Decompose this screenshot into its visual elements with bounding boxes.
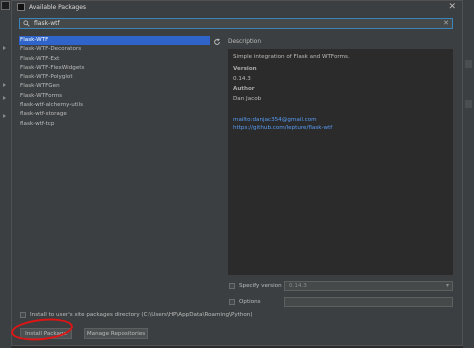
list-item[interactable]: Flask-WTF-FlexWidgets [19,64,210,73]
expand-arrow-icon [3,114,6,118]
author-heading: Author [233,86,255,92]
homepage-link[interactable]: https://github.com/lepture/flask-wtf [233,125,332,131]
list-item[interactable]: flask-wtf-storage [19,110,210,119]
list-item[interactable]: flask-wtf-alchemy-utils [19,101,210,110]
available-packages-dialog: Available Packages ✕ flask-wtf ✕ Flask-W… [11,0,463,346]
pycharm-logo-icon [17,3,25,11]
description-panel: Simple integration of Flask and WTForms.… [228,49,453,275]
install-to-user-checkbox[interactable] [20,312,26,318]
chevron-down-icon: ▾ [445,282,449,289]
options-label: Options [239,299,261,305]
list-item[interactable]: Flask-WTF [19,36,210,46]
version-value: 0.14.3 [233,76,251,82]
dialog-titlebar: Available Packages ✕ [12,1,462,14]
list-item[interactable]: flask-wtf-tcp [19,120,210,129]
list-item[interactable]: Flask-WTForms [19,92,210,101]
toolbar-icon [465,100,472,108]
list-item[interactable]: Flask-WTF-Decorators [19,45,210,54]
toolbar-icon [465,60,472,68]
options-checkbox[interactable] [229,299,235,305]
author-email-link[interactable]: mailto:danjac354@gmail.com [233,117,317,123]
version-select[interactable]: 0.14.3 ▾ [284,281,453,291]
specify-version-checkbox[interactable] [229,283,235,289]
version-heading: Version [233,66,257,72]
list-item[interactable]: Flask-WTFGen [19,82,210,91]
package-list[interactable]: Flask-WTF Flask-WTF-Decorators Flask-WTF… [19,36,210,302]
ide-right-toolstrip [463,0,474,348]
package-search-field[interactable]: flask-wtf ✕ [19,18,453,29]
author-value: Dan Jacob [233,96,262,102]
options-field[interactable] [284,297,453,307]
dialog-title: Available Packages [29,4,87,11]
close-icon[interactable]: ✕ [448,2,456,12]
manage-repositories-button[interactable]: Manage Repositories [84,328,148,339]
list-item[interactable]: Flask-WTF-Ext [19,55,210,64]
expand-arrow-icon [3,96,6,100]
expand-arrow-icon [3,46,6,50]
search-input[interactable]: flask-wtf [34,20,60,27]
pycharm-logo-icon [1,1,10,10]
description-label: Description [228,39,262,45]
clear-search-icon[interactable]: ✕ [443,19,449,27]
version-select-value: 0.14.3 [289,283,307,289]
expand-arrow-icon [3,83,6,87]
list-item[interactable]: Flask-WTF-Polyglot [19,73,210,82]
package-summary: Simple integration of Flask and WTForms. [233,54,350,60]
refresh-icon[interactable] [213,38,221,46]
specify-version-label: Specify version [239,283,282,289]
search-icon [23,20,30,27]
install-to-user-label: Install to user's site packages director… [30,312,253,318]
